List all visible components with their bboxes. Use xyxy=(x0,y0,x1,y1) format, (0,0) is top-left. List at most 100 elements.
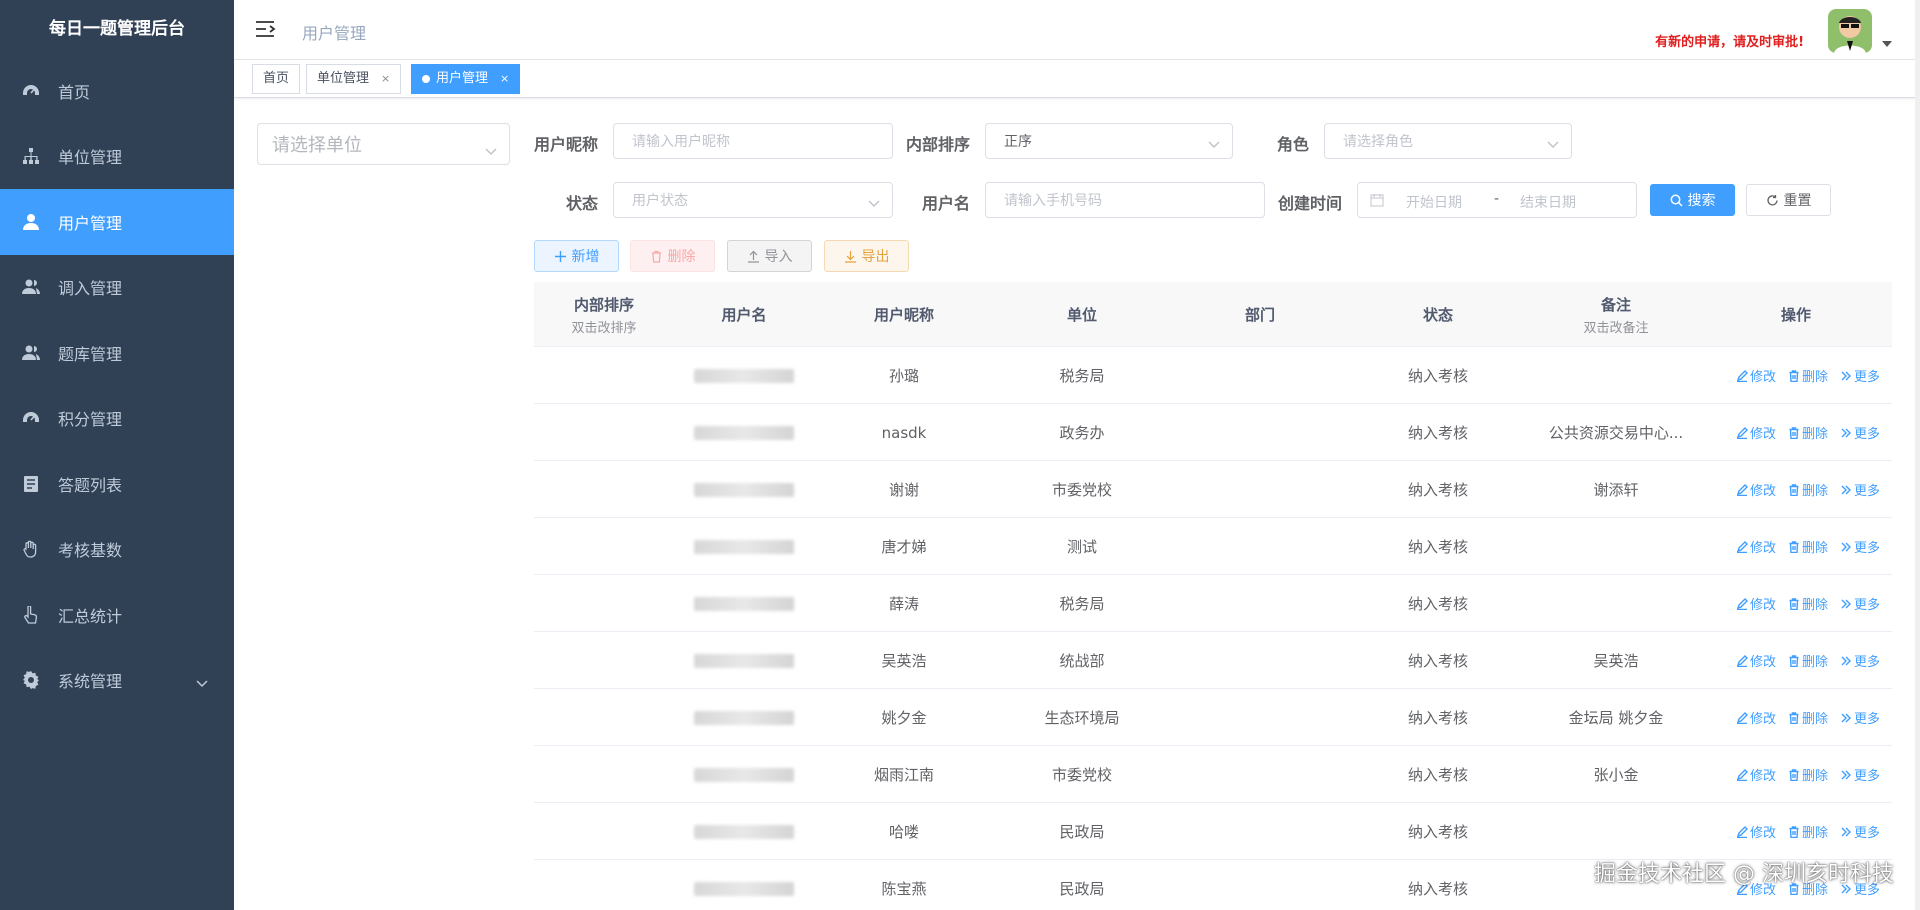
more-button[interactable]: 更多 xyxy=(1840,708,1880,727)
more-button[interactable]: 更多 xyxy=(1840,423,1880,442)
edit-button[interactable]: 修改 xyxy=(1736,822,1776,841)
sidebar-item-7[interactable]: 考核基数 xyxy=(0,517,234,583)
edit-button[interactable]: 修改 xyxy=(1736,594,1776,613)
table-row[interactable]: 吴英浩 统战部 纳入考核 吴英浩 修改 删除 更多 xyxy=(534,632,1892,689)
delete-button[interactable]: 删除 xyxy=(630,240,715,272)
username-input[interactable]: 请输入手机号码 xyxy=(985,182,1265,218)
add-button[interactable]: 新增 xyxy=(534,240,619,272)
cell-username xyxy=(659,575,829,632)
sidebar-item-8[interactable]: 汇总统计 xyxy=(0,582,234,648)
notice-text[interactable]: 有新的申请，请及时审批! xyxy=(1655,31,1804,50)
sidebar-item-1[interactable]: 单位管理 xyxy=(0,124,234,190)
import-button[interactable]: 导入 xyxy=(727,240,812,272)
search-button[interactable]: 搜索 xyxy=(1650,184,1735,216)
sidebar-item-0[interactable]: 首页 xyxy=(0,58,234,124)
table-row[interactable]: 烟雨江南 市委党校 纳入考核 张小金 修改 删除 更多 xyxy=(534,746,1892,803)
edit-button[interactable]: 修改 xyxy=(1736,651,1776,670)
row-delete-button[interactable]: 删除 xyxy=(1788,423,1828,442)
sidebar-item-2[interactable]: 用户管理 xyxy=(0,189,234,255)
export-button[interactable]: 导出 xyxy=(824,240,909,272)
tag-unit-management[interactable]: 单位管理 × xyxy=(306,64,402,94)
cell-username xyxy=(659,461,829,518)
nickname-input[interactable]: 请输入用户昵称 xyxy=(613,123,893,159)
order-select[interactable]: 正序 xyxy=(985,123,1233,159)
edit-icon xyxy=(1736,597,1748,610)
sidebar-item-label: 用户管理 xyxy=(58,213,123,233)
row-delete-button[interactable]: 删除 xyxy=(1788,366,1828,385)
edit-icon xyxy=(1736,426,1748,439)
sidebar-item-4[interactable]: 题库管理 xyxy=(0,320,234,386)
sidebar-item-label: 考核基数 xyxy=(58,541,123,561)
edit-button[interactable]: 修改 xyxy=(1736,708,1776,727)
cell-nickname: 唐才娣 xyxy=(881,538,927,556)
role-select[interactable]: 请选择角色 xyxy=(1324,123,1572,159)
avatar[interactable] xyxy=(1828,9,1872,53)
row-delete-button[interactable]: 删除 xyxy=(1788,594,1828,613)
row-delete-button[interactable]: 删除 xyxy=(1788,480,1828,499)
row-delete-button[interactable]: 删除 xyxy=(1788,765,1828,784)
reset-button[interactable]: 重置 xyxy=(1746,184,1831,216)
more-button[interactable]: 更多 xyxy=(1840,537,1880,556)
cell-status: 纳入考核 xyxy=(1407,766,1468,784)
table-row[interactable]: 哈喽 民政局 纳入考核 修改 删除 更多 xyxy=(534,803,1892,860)
cell-unit: 民政局 xyxy=(1059,823,1105,841)
edit-button[interactable]: 修改 xyxy=(1736,765,1776,784)
status-select[interactable]: 用户状态 xyxy=(613,182,893,218)
date-range-picker[interactable]: 开始日期 - 结束日期 xyxy=(1357,182,1637,218)
sidebar-item-9[interactable]: 系统管理 xyxy=(0,648,234,714)
edit-icon xyxy=(1736,540,1748,553)
start-date-input[interactable]: 开始日期 xyxy=(1406,192,1462,212)
cell-unit: 税务局 xyxy=(1059,595,1105,613)
sidebar-item-5[interactable]: 积分管理 xyxy=(0,386,234,452)
peoples-icon xyxy=(22,278,40,296)
cell-status: 纳入考核 xyxy=(1407,367,1468,385)
cell-status: 纳入考核 xyxy=(1407,652,1468,670)
cell-status: 纳入考核 xyxy=(1407,595,1468,613)
end-date-input[interactable]: 结束日期 xyxy=(1520,192,1576,212)
unit-select[interactable]: 请选择单位 xyxy=(257,123,510,165)
table-row[interactable]: 薛涛 税务局 纳入考核 修改 删除 更多 xyxy=(534,575,1892,632)
table-row[interactable]: 谢谢 市委党校 纳入考核 谢添轩 修改 删除 更多 xyxy=(534,461,1892,518)
cell-remark xyxy=(1531,518,1701,575)
table-row[interactable]: 唐才娣 测试 纳入考核 修改 删除 更多 xyxy=(534,518,1892,575)
table-row[interactable]: 孙璐 税务局 纳入考核 修改 删除 更多 xyxy=(534,347,1892,404)
sidebar-item-3[interactable]: 调入管理 xyxy=(0,255,234,321)
column-header-4: 部门 xyxy=(1244,306,1275,324)
masked-phone xyxy=(694,710,794,725)
row-actions: 修改 删除 更多 xyxy=(1736,404,1880,461)
cell-status: 纳入考核 xyxy=(1407,424,1468,442)
more-button[interactable]: 更多 xyxy=(1840,765,1880,784)
table-row[interactable]: nasdk 政务办 纳入考核 公共资源交易中心... 修改 删除 更多 xyxy=(534,404,1892,461)
more-button[interactable]: 更多 xyxy=(1840,651,1880,670)
caret-down-icon[interactable] xyxy=(1882,36,1892,52)
hand-icon xyxy=(22,540,40,558)
table-row[interactable]: 姚夕金 生态环境局 纳入考核 金坛局 姚夕金 修改 删除 更多 xyxy=(534,689,1892,746)
close-icon[interactable]: × xyxy=(500,65,509,93)
edit-button[interactable]: 修改 xyxy=(1736,537,1776,556)
edit-button[interactable]: 修改 xyxy=(1736,480,1776,499)
edit-button[interactable]: 修改 xyxy=(1736,423,1776,442)
watermark: 掘金技术社区 @ 深圳亥时科技 xyxy=(1594,862,1894,887)
cell-remark: 吴英浩 xyxy=(1593,652,1639,670)
edit-button[interactable]: 修改 xyxy=(1736,366,1776,385)
more-button[interactable]: 更多 xyxy=(1840,480,1880,499)
cell-remark xyxy=(1531,803,1701,860)
search-icon xyxy=(1670,194,1683,207)
row-delete-button[interactable]: 删除 xyxy=(1788,537,1828,556)
row-delete-button[interactable]: 删除 xyxy=(1788,822,1828,841)
more-button[interactable]: 更多 xyxy=(1840,594,1880,613)
tag-user-management[interactable]: 用户管理 × xyxy=(411,64,521,94)
hamburger-icon[interactable] xyxy=(254,18,276,40)
active-dot-icon xyxy=(422,75,430,83)
sidebar-item-6[interactable]: 答题列表 xyxy=(0,451,234,517)
more-button[interactable]: 更多 xyxy=(1840,822,1880,841)
row-delete-button[interactable]: 删除 xyxy=(1788,708,1828,727)
more-button[interactable]: 更多 xyxy=(1840,366,1880,385)
trash-icon xyxy=(1789,597,1799,610)
close-icon[interactable]: × xyxy=(381,65,390,93)
tag-home[interactable]: 首页 xyxy=(252,64,301,94)
cell-remark: 金坛局 姚夕金 xyxy=(1568,709,1664,727)
double-arrow-right-icon xyxy=(1841,485,1851,494)
page-scrollbar[interactable] xyxy=(1915,0,1920,910)
row-delete-button[interactable]: 删除 xyxy=(1788,651,1828,670)
